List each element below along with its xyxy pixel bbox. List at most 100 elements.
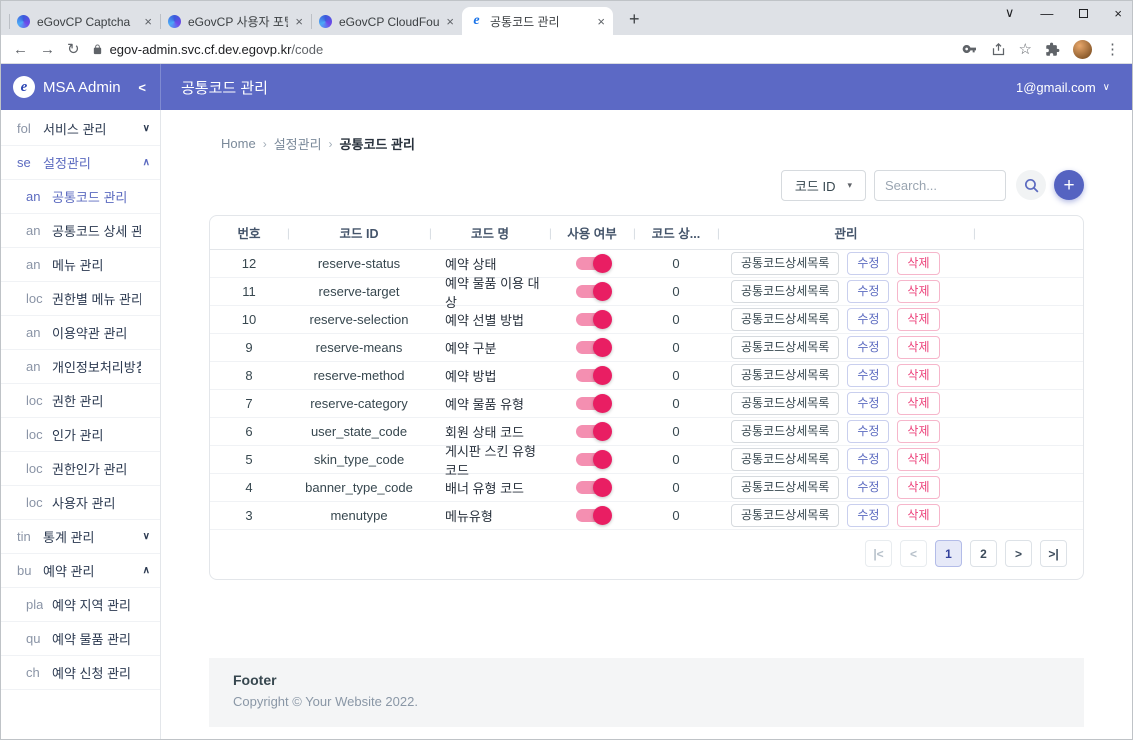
bookmark-star-icon[interactable]: ☆ [1019, 42, 1032, 57]
sidebar-item[interactable]: an 메뉴 관리 [1, 248, 160, 282]
sidebar-item[interactable]: loc 인가 관리 [1, 418, 160, 452]
share-icon[interactable] [991, 42, 1006, 57]
delete-button[interactable]: 삭제 [897, 392, 939, 415]
delete-button[interactable]: 삭제 [897, 448, 939, 471]
pagination-button[interactable]: > [1005, 540, 1032, 567]
in-use-toggle[interactable] [576, 509, 609, 522]
tab-favicon-icon [168, 15, 181, 28]
detail-list-button[interactable]: 공통코드상세목록 [731, 504, 839, 527]
sidebar-item[interactable]: an 공통코드 상세 관리 [1, 214, 160, 248]
pagination-button[interactable]: < [900, 540, 927, 567]
edit-button[interactable]: 수정 [847, 308, 889, 331]
window-maximize-icon[interactable] [1079, 9, 1088, 18]
user-menu[interactable]: 1@gmail.com ∨ [1016, 80, 1110, 95]
brand-area: e MSA Admin < [1, 64, 161, 110]
tab-close-icon[interactable]: × [597, 14, 605, 29]
delete-button[interactable]: 삭제 [897, 308, 939, 331]
sidebar-item[interactable]: an 개인정보처리방침 관 [1, 350, 160, 384]
sidebar-item[interactable]: fol 서비스 관리 ∨ [1, 112, 160, 146]
edit-button[interactable]: 수정 [847, 504, 889, 527]
detail-list-button[interactable]: 공통코드상세목록 [731, 280, 839, 303]
browser-menu-icon[interactable]: ⋮ [1105, 42, 1120, 57]
in-use-toggle[interactable] [576, 257, 609, 270]
search-input[interactable] [874, 170, 1006, 201]
sidebar-item[interactable]: tin 통계 관리 ∨ [1, 520, 160, 554]
sidebar-item[interactable]: pla 예약 지역 관리 [1, 588, 160, 622]
edit-button[interactable]: 수정 [847, 280, 889, 303]
cell-management: 공통코드상세목록 수정 삭제 [718, 504, 974, 527]
edit-button[interactable]: 수정 [847, 420, 889, 443]
in-use-toggle[interactable] [576, 285, 609, 298]
password-key-icon[interactable] [962, 41, 978, 57]
sidebar-item[interactable]: ch 예약 신청 관리 [1, 656, 160, 690]
sidebar-item[interactable]: loc 권한인가 관리 [1, 452, 160, 486]
detail-list-button[interactable]: 공통코드상세목록 [731, 308, 839, 331]
pagination-button[interactable]: 1 [935, 540, 962, 567]
detail-list-button[interactable]: 공통코드상세목록 [731, 448, 839, 471]
search-button[interactable] [1016, 170, 1046, 200]
profile-avatar[interactable] [1073, 40, 1092, 59]
edit-button[interactable]: 수정 [847, 392, 889, 415]
detail-list-button[interactable]: 공통코드상세목록 [731, 336, 839, 359]
sidebar-collapse-icon[interactable]: < [138, 80, 146, 95]
delete-button[interactable]: 삭제 [897, 336, 939, 359]
tab-close-icon[interactable]: × [295, 14, 303, 29]
in-use-toggle[interactable] [576, 481, 609, 494]
address-bar[interactable]: egov-admin.svc.cf.dev.egovp.kr/code [92, 42, 950, 57]
reload-icon[interactable]: ↻ [67, 42, 80, 57]
search-field-select[interactable]: 코드 ID ▾ [781, 170, 866, 201]
pagination-button[interactable]: >| [1040, 540, 1067, 567]
delete-button[interactable]: 삭제 [897, 476, 939, 499]
back-icon[interactable]: ← [13, 42, 28, 57]
breadcrumb-item[interactable]: 공통코드 관리 › [340, 134, 415, 153]
edit-button[interactable]: 수정 [847, 336, 889, 359]
sidebar-item[interactable]: bu 예약 관리 ∧ [1, 554, 160, 588]
pagination-button[interactable]: |< [865, 540, 892, 567]
in-use-toggle[interactable] [576, 313, 609, 326]
sidebar-item[interactable]: an 이용약관 관리 [1, 316, 160, 350]
in-use-toggle[interactable] [576, 453, 609, 466]
in-use-toggle[interactable] [576, 397, 609, 410]
detail-list-button[interactable]: 공통코드상세목록 [731, 420, 839, 443]
edit-button[interactable]: 수정 [847, 448, 889, 471]
cell-no: 11 [210, 284, 288, 299]
browser-tab[interactable]: e 공통코드 관리 × [462, 7, 613, 35]
tab-close-icon[interactable]: × [446, 14, 454, 29]
breadcrumb-item[interactable]: 설정관리 › [274, 134, 340, 153]
detail-list-button[interactable]: 공통코드상세목록 [731, 364, 839, 387]
add-code-button[interactable]: + [1054, 170, 1084, 200]
detail-list-button[interactable]: 공통코드상세목록 [731, 252, 839, 275]
tab-close-icon[interactable]: × [144, 14, 152, 29]
edit-button[interactable]: 수정 [847, 252, 889, 275]
browser-tab[interactable]: eGovCP 사용자 포털 × [160, 8, 311, 35]
extensions-puzzle-icon[interactable] [1045, 42, 1060, 57]
sidebar-item[interactable]: se 설정관리 ∧ [1, 146, 160, 180]
delete-button[interactable]: 삭제 [897, 364, 939, 387]
browser-tab[interactable]: eGovCP CloudFoundry × [311, 8, 462, 35]
breadcrumb-item[interactable]: Home › [221, 136, 274, 151]
in-use-toggle[interactable] [576, 369, 609, 382]
sidebar-item[interactable]: loc 사용자 관리 [1, 486, 160, 520]
delete-button[interactable]: 삭제 [897, 280, 939, 303]
new-tab-button[interactable]: + [623, 9, 646, 29]
in-use-toggle[interactable] [576, 425, 609, 438]
edit-button[interactable]: 수정 [847, 364, 889, 387]
window-minimize-icon[interactable]: — [1040, 6, 1053, 21]
browser-tab[interactable]: eGovCP Captcha × [9, 8, 160, 35]
edit-button[interactable]: 수정 [847, 476, 889, 499]
sidebar-item[interactable]: qu 예약 물품 관리 [1, 622, 160, 656]
detail-list-button[interactable]: 공통코드상세목록 [731, 392, 839, 415]
window-close-icon[interactable]: × [1114, 6, 1122, 21]
window-menu-icon[interactable]: ∨ [1005, 5, 1015, 21]
delete-button[interactable]: 삭제 [897, 504, 939, 527]
delete-button[interactable]: 삭제 [897, 420, 939, 443]
sidebar-item[interactable]: an 공통코드 관리 [1, 180, 160, 214]
delete-button[interactable]: 삭제 [897, 252, 939, 275]
detail-list-button[interactable]: 공통코드상세목록 [731, 476, 839, 499]
in-use-toggle[interactable] [576, 341, 609, 354]
sidebar-item[interactable]: loc 권한 관리 [1, 384, 160, 418]
pagination-button[interactable]: 2 [970, 540, 997, 567]
forward-icon[interactable]: → [40, 42, 55, 57]
cell-detail-count: 0 [634, 340, 718, 355]
sidebar-item[interactable]: loc 권한별 메뉴 관리 [1, 282, 160, 316]
